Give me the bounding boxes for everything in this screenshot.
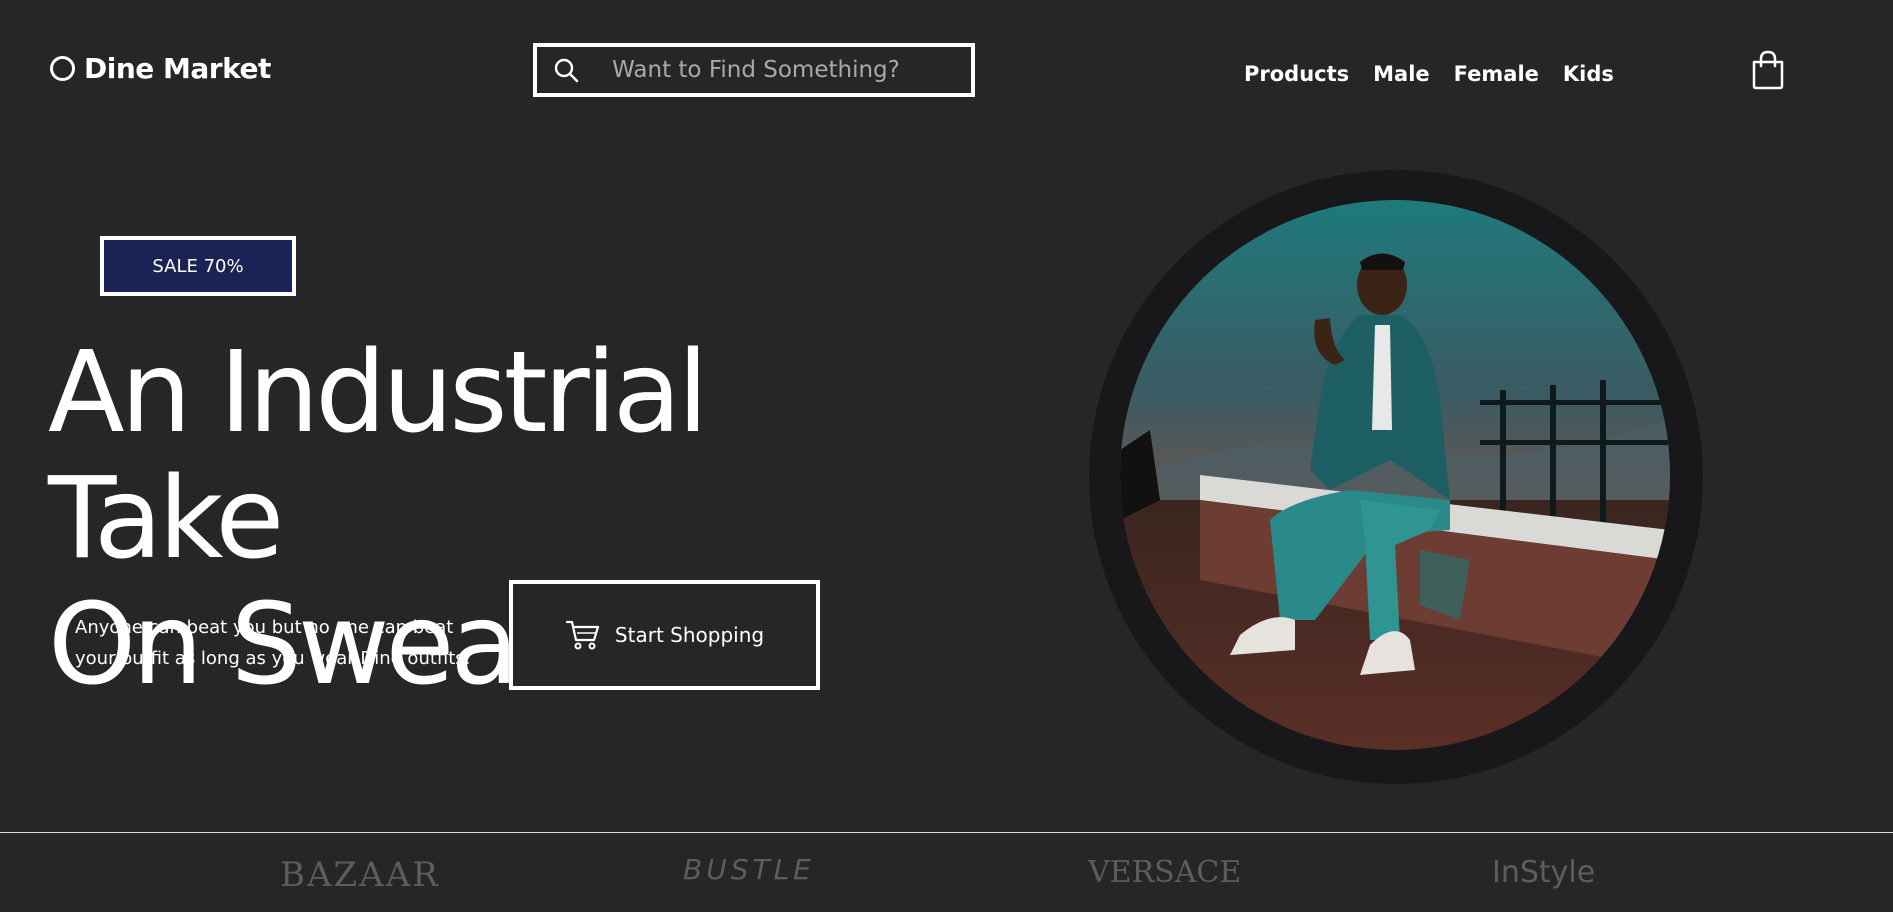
main-nav: Products Male Female Kids: [1244, 62, 1614, 86]
search-input[interactable]: [579, 56, 971, 84]
nav-link-kids[interactable]: Kids: [1563, 62, 1614, 86]
brand-logo-versace: VERSACE: [1088, 855, 1242, 890]
tagline-line-1: Anyone can beat you but no one can beat: [75, 617, 454, 638]
hero-photo-illustration: [1120, 200, 1670, 750]
hero-tagline: Anyone can beat you but no one can beat …: [75, 612, 475, 674]
headline-line-1: An Industrial Take: [48, 328, 708, 584]
search-icon[interactable]: [553, 57, 579, 83]
logo-text: Dine Market: [84, 52, 271, 85]
brand-logo-instyle: InStyle: [1492, 855, 1596, 890]
brand-logo-bazaar: BAZAAR: [280, 855, 440, 895]
logo[interactable]: Dine Market: [50, 52, 271, 85]
start-shopping-button[interactable]: Start Shopping: [509, 580, 820, 690]
nav-link-products[interactable]: Products: [1244, 62, 1349, 86]
tagline-line-2: your outfit as long as you wear Dine out…: [75, 648, 471, 669]
site-header: Dine Market Products Male Female Kids: [0, 0, 1893, 150]
nav-link-male[interactable]: Male: [1373, 62, 1430, 86]
brand-logo-bustle: BUSTLE: [683, 853, 815, 886]
shopping-bag-icon[interactable]: [1750, 50, 1786, 90]
start-shopping-label: Start Shopping: [614, 623, 765, 647]
nav-link-female[interactable]: Female: [1454, 62, 1539, 86]
brands-divider: [0, 832, 1893, 833]
logo-circle-icon: [50, 56, 75, 81]
search-bar[interactable]: [533, 43, 975, 97]
sale-badge: SALE 70%: [100, 236, 296, 296]
cart-icon: [565, 620, 600, 650]
hero-image: [1120, 200, 1670, 750]
